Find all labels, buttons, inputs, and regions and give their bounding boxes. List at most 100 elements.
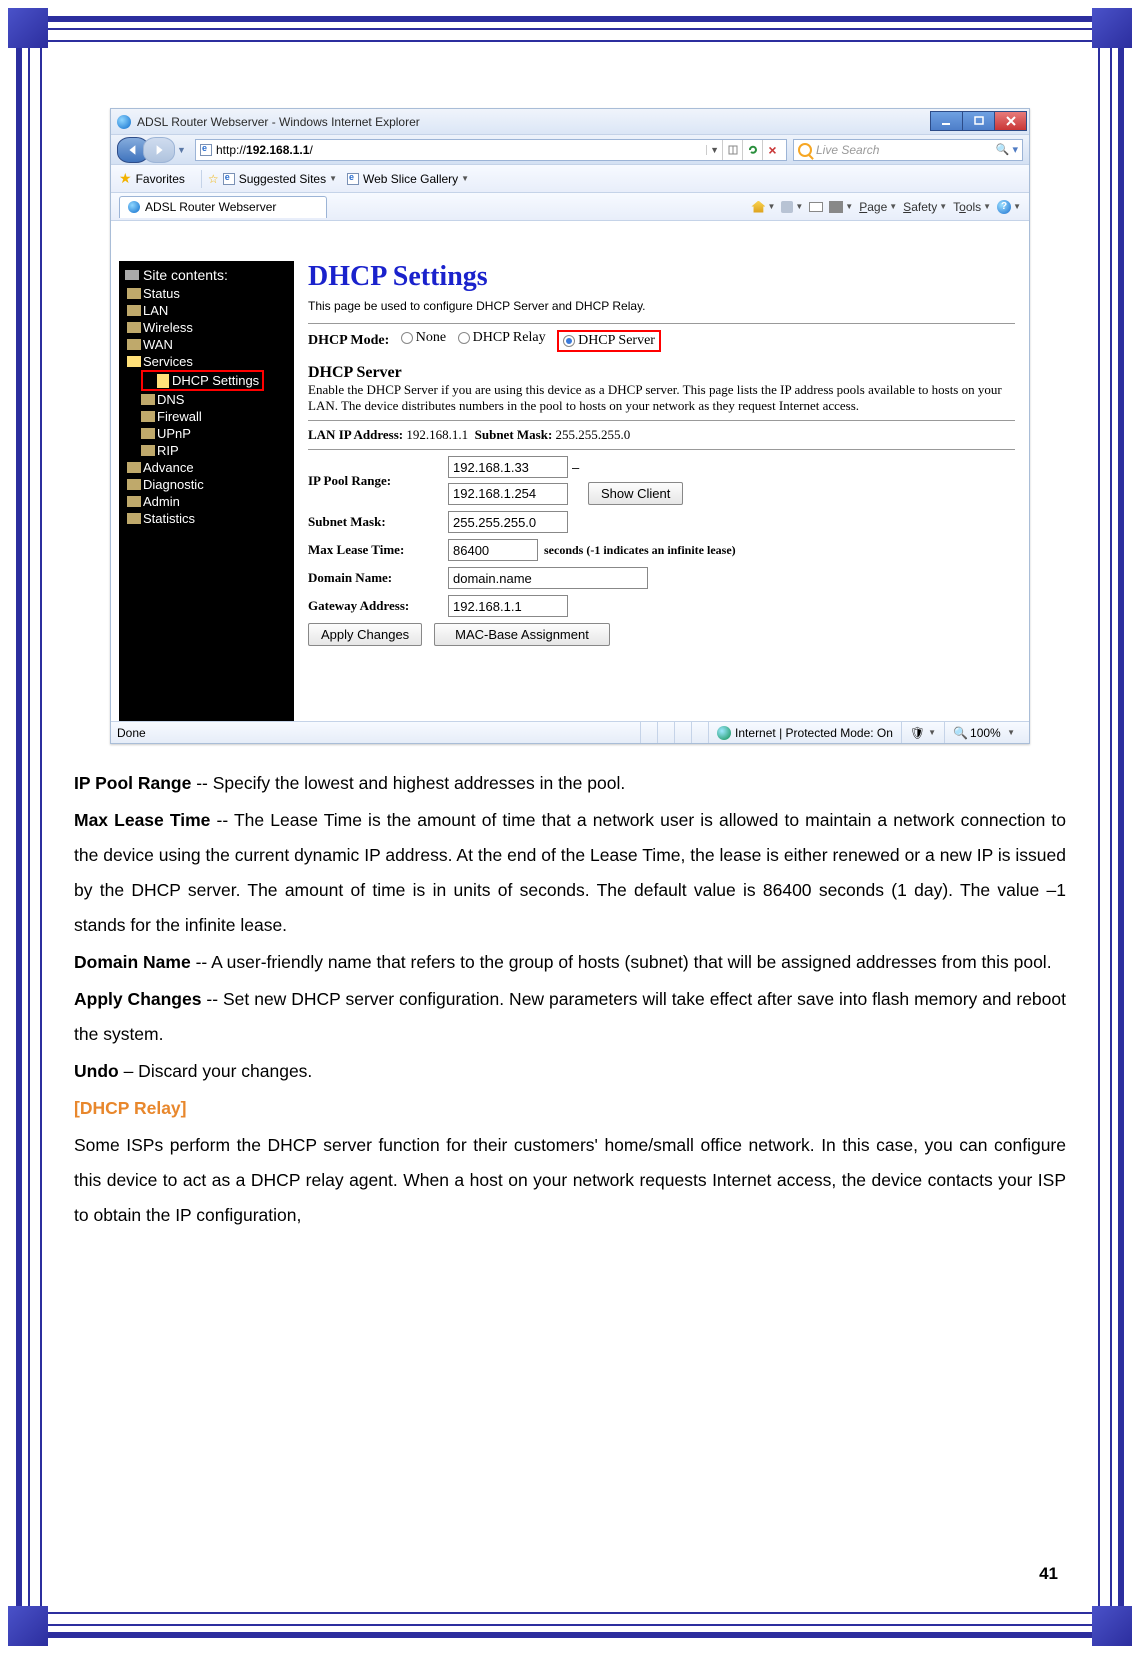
dhcp-mode-label: DHCP Mode:: [308, 333, 389, 348]
divider: [308, 449, 1015, 450]
page-icon: [200, 144, 212, 156]
tab-bar: ADSL Router Webserver ▼ ▼ ▼ Page▼ Safety…: [111, 193, 1029, 221]
print-icon: [829, 201, 843, 213]
page-menu[interactable]: Page▼: [859, 200, 897, 214]
dhcp-mode-relay[interactable]: DHCP Relay: [458, 330, 546, 346]
input-pool-high[interactable]: [448, 483, 568, 505]
dhcp-form: IP Pool Range: – Show Client: [308, 456, 1015, 646]
sidebar-item-upnp[interactable]: UPnP: [119, 425, 294, 442]
range-dash: –: [572, 460, 579, 475]
sidebar-item-admin[interactable]: Admin: [119, 493, 294, 510]
folder-icon: [127, 339, 141, 350]
safety-menu[interactable]: Safety▼: [903, 200, 947, 214]
apply-changes-button[interactable]: Apply Changes: [308, 623, 422, 646]
compat-view-button[interactable]: [722, 140, 742, 160]
print-button[interactable]: ▼: [829, 201, 853, 213]
favorites-bar: ★ Favorites ☆ Suggested Sites▼ Web Slice…: [111, 165, 1029, 193]
search-input[interactable]: Live Search 🔍 ▾: [793, 139, 1023, 161]
sidebar-item-advance[interactable]: Advance: [119, 459, 294, 476]
sidebar: Site contents: Status LAN Wireless WAN S…: [119, 261, 294, 721]
input-domain[interactable]: [448, 567, 648, 589]
close-button[interactable]: [994, 111, 1027, 131]
folder-icon: [127, 305, 141, 316]
sidebar-item-status[interactable]: Status: [119, 285, 294, 302]
sidebar-item-services[interactable]: Services: [119, 353, 294, 370]
forward-button[interactable]: [143, 137, 175, 163]
dhcp-mode-none[interactable]: None: [401, 330, 446, 346]
folder-icon: [127, 496, 141, 507]
favorites-star-icon[interactable]: ★: [119, 170, 132, 187]
sidebar-item-wan[interactable]: WAN: [119, 336, 294, 353]
input-lease[interactable]: [448, 539, 538, 561]
show-client-button[interactable]: Show Client: [588, 482, 683, 505]
tools-menu[interactable]: Tools▼: [953, 200, 991, 214]
sidebar-item-dns[interactable]: DNS: [119, 391, 294, 408]
tab-adsl-router[interactable]: ADSL Router Webserver: [119, 196, 327, 218]
sidebar-title: Site contents:: [119, 265, 294, 285]
status-text: Done: [117, 726, 146, 740]
zoom-icon: 🔍: [953, 726, 968, 740]
label-gateway: Gateway Address:: [308, 598, 448, 614]
search-placeholder: Live Search: [816, 143, 879, 157]
input-pool-low[interactable]: [448, 456, 568, 478]
refresh-button[interactable]: [742, 140, 762, 160]
sidebar-item-firewall[interactable]: Firewall: [119, 408, 294, 425]
ie-icon: [117, 115, 131, 129]
dhcp-mode-row: DHCP Mode: None DHCP Relay DHCP Server: [308, 330, 1015, 352]
stop-button[interactable]: ×: [762, 140, 782, 160]
sidebar-item-diagnostic[interactable]: Diagnostic: [119, 476, 294, 493]
url-dropdown-icon[interactable]: ▼: [706, 145, 722, 155]
sidebar-item-lan[interactable]: LAN: [119, 302, 294, 319]
favorites-label[interactable]: Favorites: [136, 172, 185, 186]
window-titlebar: ADSL Router Webserver - Windows Internet…: [111, 109, 1029, 135]
command-bar: ▼ ▼ ▼ Page▼ Safety▼ Tools▼ ?▼: [745, 200, 1021, 214]
sidebar-item-dhcp-settings[interactable]: DHCP Settings: [141, 370, 264, 391]
suggested-sites-link[interactable]: Suggested Sites▼: [223, 172, 337, 186]
web-slice-link[interactable]: Web Slice Gallery▼: [347, 172, 469, 186]
folder-icon: [127, 288, 141, 299]
folder-icon: [127, 479, 141, 490]
read-mail-button[interactable]: [809, 202, 823, 212]
sidebar-item-rip[interactable]: RIP: [119, 442, 294, 459]
globe-icon: [717, 726, 731, 740]
radio-icon: [458, 332, 470, 344]
sidebar-item-statistics[interactable]: Statistics: [119, 510, 294, 527]
maximize-button[interactable]: [962, 111, 995, 131]
help-button[interactable]: ?▼: [997, 200, 1021, 214]
divider: [308, 420, 1015, 421]
page-title: DHCP Settings: [308, 261, 1015, 293]
minimize-button[interactable]: [930, 111, 963, 131]
help-icon: ?: [997, 200, 1011, 214]
feeds-button[interactable]: ▼: [781, 201, 803, 213]
heading-dhcp-relay: [DHCP Relay]: [74, 1098, 187, 1118]
url-input[interactable]: http://192.168.1.1/ ▼ ×: [195, 139, 787, 161]
mail-icon: [809, 202, 823, 212]
input-subnet[interactable]: [448, 511, 568, 533]
term-undo: Undo: [74, 1061, 119, 1081]
label-ip-pool: IP Pool Range:: [308, 473, 448, 489]
ie-icon: [128, 201, 140, 213]
search-icon[interactable]: 🔍 ▾: [996, 143, 1018, 156]
add-favorite-icon[interactable]: ☆: [208, 172, 219, 186]
label-subnet: Subnet Mask:: [308, 514, 448, 530]
tab-title: ADSL Router Webserver: [145, 200, 276, 214]
dhcp-mode-server[interactable]: DHCP Server: [557, 330, 661, 352]
sidebar-item-wireless[interactable]: Wireless: [119, 319, 294, 336]
browser-window: ADSL Router Webserver - Windows Internet…: [110, 108, 1030, 744]
input-gateway[interactable]: [448, 595, 568, 617]
history-dropdown[interactable]: ▼: [177, 145, 189, 155]
mac-assignment-button[interactable]: MAC-Base Assignment: [434, 623, 610, 646]
zoom-control[interactable]: 🔍100% ▼: [944, 722, 1023, 743]
page-number: 41: [1039, 1564, 1058, 1584]
home-button[interactable]: ▼: [751, 201, 775, 213]
page-viewport: Site contents: Status LAN Wireless WAN S…: [111, 221, 1029, 721]
protected-mode-icon[interactable]: 🛡 ▼: [901, 722, 944, 743]
page-icon: [157, 374, 169, 388]
folder-icon: [127, 462, 141, 473]
window-buttons: [931, 111, 1027, 131]
page-description: This page be used to configure DHCP Serv…: [308, 299, 1015, 313]
search-provider-icon: [798, 143, 812, 157]
security-zone: Internet | Protected Mode: On: [708, 722, 901, 743]
term-domain-name: Domain Name: [74, 952, 191, 972]
label-lease: Max Lease Time:: [308, 542, 448, 558]
